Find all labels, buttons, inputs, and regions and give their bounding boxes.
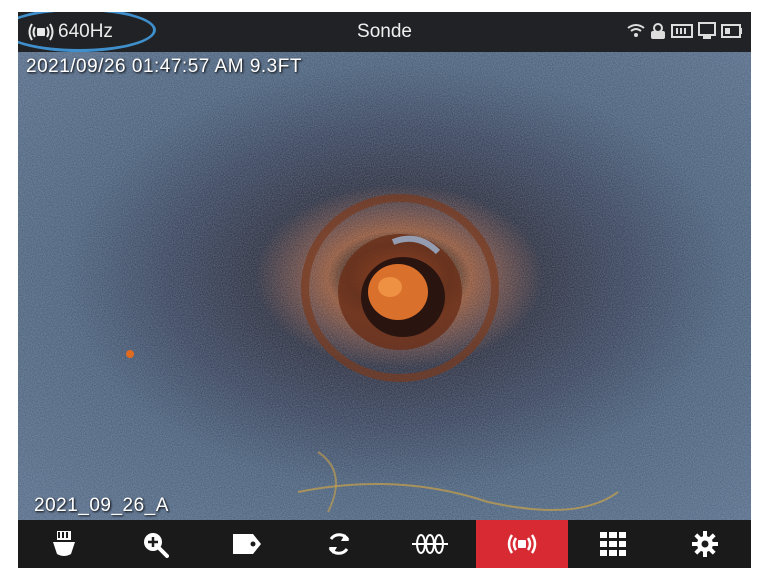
sonde-icon: [507, 534, 537, 554]
grid-menu-icon: [600, 532, 627, 556]
line-locate-icon: [412, 534, 449, 554]
monitor-icon: [697, 22, 717, 45]
camera-screen: 640Hz Sonde 2021/09/26 01:47:57 AM 9.3FT…: [18, 12, 751, 568]
recording-filename: 2021_09_26_A: [34, 495, 169, 516]
line-locate-button[interactable]: [384, 520, 476, 568]
pipe-inspection-image: [18, 52, 751, 520]
memory-card-icon: [671, 23, 693, 44]
tag-icon: [232, 534, 261, 554]
sonde-button[interactable]: [475, 520, 568, 568]
timestamp-depth-overlay: 2021/09/26 01:47:57 AM 9.3FT: [26, 56, 302, 77]
zoom-button[interactable]: [110, 520, 202, 568]
battery-icon: [721, 23, 743, 44]
wifi-icon: [627, 23, 645, 44]
tag-button[interactable]: [201, 520, 293, 568]
settings-button[interactable]: [659, 520, 751, 568]
frequency-highlight-ring: [18, 12, 156, 52]
camera-view: 2021/09/26 01:47:57 AM 9.3FT 2021_09_26_…: [18, 52, 751, 520]
rotate-icon: [328, 533, 349, 555]
settings-gear-icon: [691, 531, 718, 557]
status-icons: [627, 22, 743, 45]
light-icon: [52, 531, 75, 556]
zoom-in-icon: [144, 533, 170, 558]
light-button[interactable]: [18, 520, 110, 568]
status-bar: 640Hz Sonde: [18, 12, 751, 52]
battery-lock-icon: [649, 22, 667, 45]
grid-menu-button[interactable]: [568, 520, 660, 568]
bottom-toolbar: [18, 520, 751, 568]
rotate-button[interactable]: [293, 520, 385, 568]
